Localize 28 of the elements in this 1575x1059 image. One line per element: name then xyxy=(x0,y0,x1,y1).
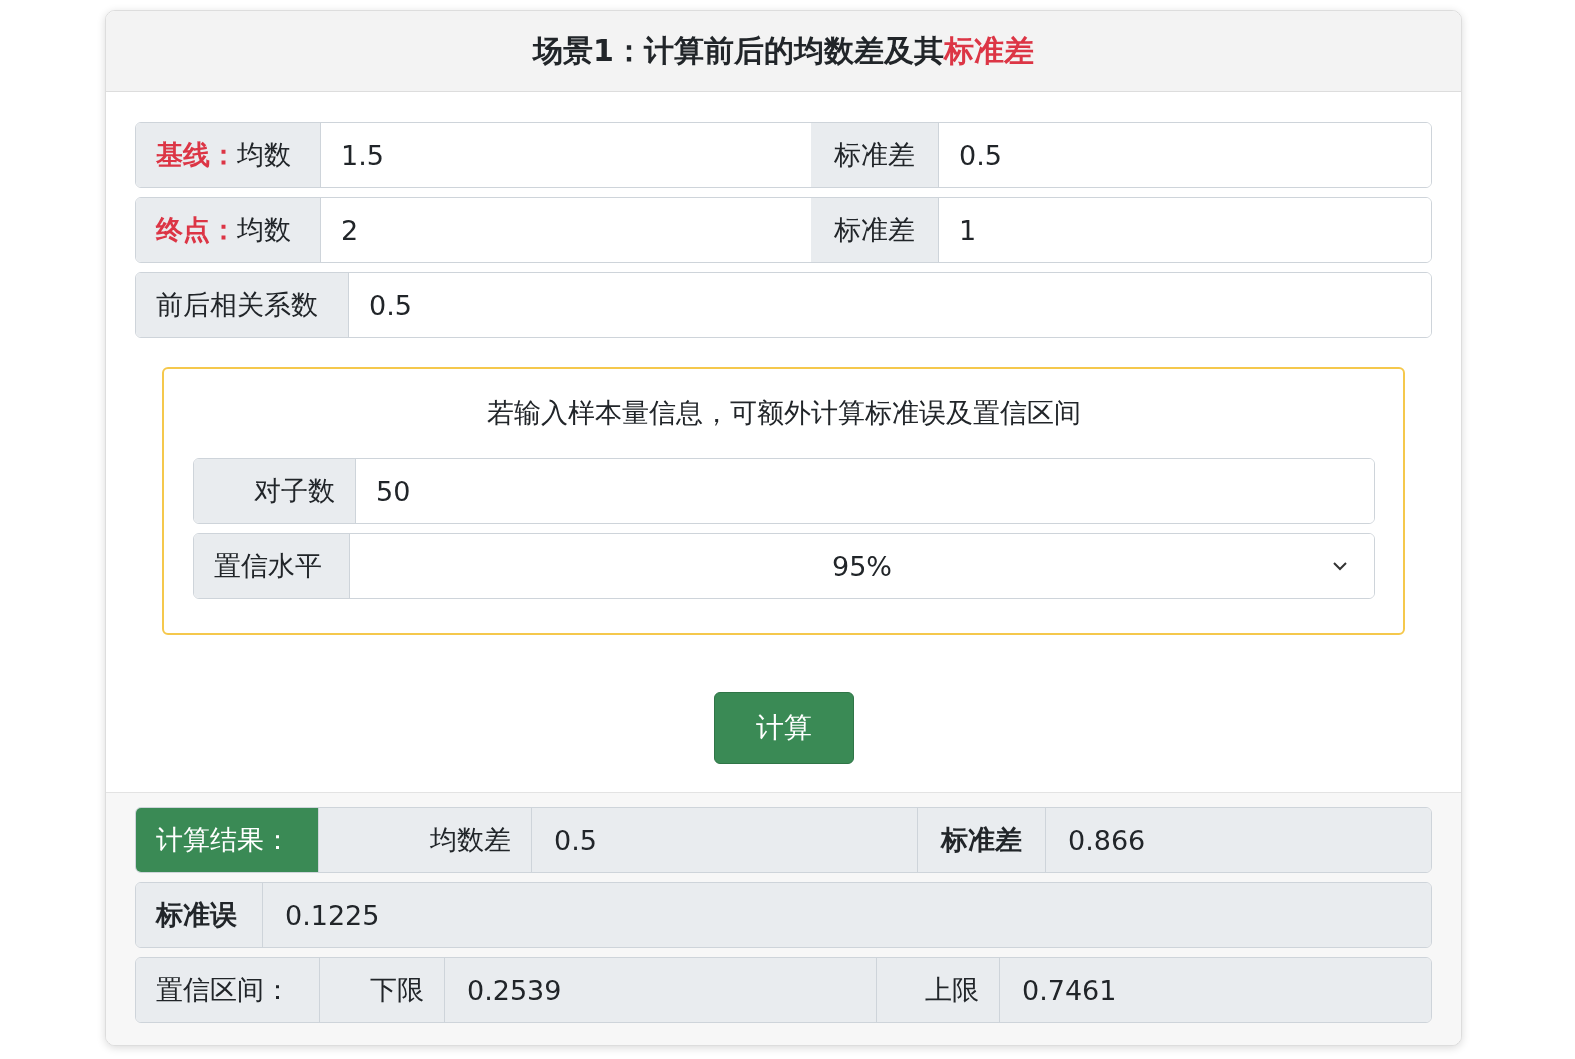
lower-limit-value: 0.2539 xyxy=(445,958,877,1022)
results-heading: 计算结果： xyxy=(136,808,319,872)
mean-label: 终点：均数 xyxy=(136,198,321,262)
sd-label: 标准差 xyxy=(811,198,939,262)
mean-difference-label: 均数差 xyxy=(319,808,532,872)
pairs-label: 对子数 xyxy=(194,459,356,523)
upper-limit-label: 上限 xyxy=(877,958,1000,1022)
input-group[interactable]: 对子数 50 xyxy=(193,458,1375,524)
calculate-button[interactable]: 计算 xyxy=(713,692,854,764)
result-sd-value: 0.866 xyxy=(1046,808,1431,872)
sd-label: 标准差 xyxy=(811,123,939,187)
standard-error-label: 标准误 xyxy=(136,883,263,947)
confidence-label: 置信水平 xyxy=(194,534,350,598)
input-group[interactable]: 基线：均数 1.5 标准差 0.5 xyxy=(135,122,1432,188)
select-group[interactable]: 置信水平 95% xyxy=(193,533,1375,599)
sample-size-note: 若输入样本量信息，可额外计算标准误及置信区间 xyxy=(486,396,1082,430)
mean-label: 基线：均数 xyxy=(136,123,321,187)
confidence-interval-label: 置信区间： xyxy=(136,958,320,1022)
standard-error-value: 0.1225 xyxy=(263,883,1431,947)
page-title: 场景1：计算前后的均数差及其标准差 xyxy=(533,31,1034,70)
correlation-label: 前后相关系数 xyxy=(136,273,349,337)
chevron-down-icon xyxy=(1332,561,1348,571)
upper-limit-value: 0.7461 xyxy=(1000,958,1431,1022)
input-group[interactable]: 前后相关系数 0.5 xyxy=(135,272,1432,338)
input-group[interactable]: 终点：均数 2 标准差 1 xyxy=(135,197,1432,263)
lower-limit-label: 下限 xyxy=(320,958,445,1022)
result-sd-label: 标准差 xyxy=(918,808,1046,872)
mean-difference-value: 0.5 xyxy=(532,808,918,872)
